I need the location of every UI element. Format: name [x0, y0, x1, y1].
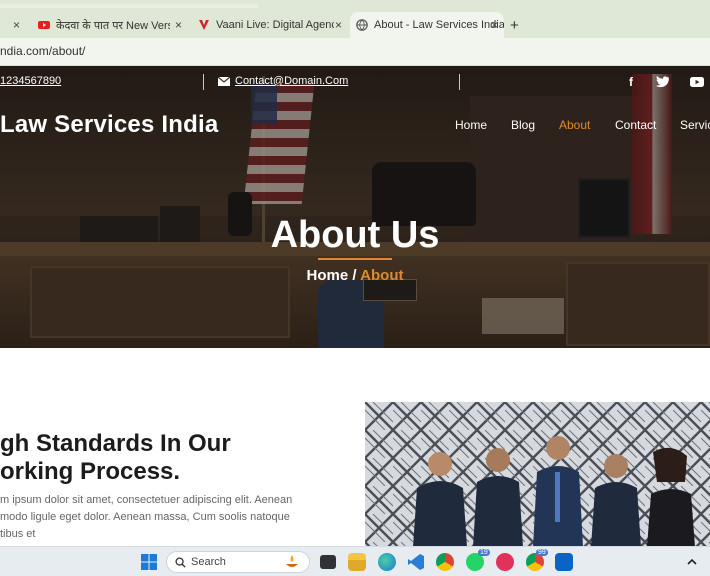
whatsapp-badge: 19 [478, 549, 490, 556]
breadcrumb: Home / About [0, 267, 710, 284]
section-text-line2: modo ligule eget dolor. Aenean massa, Cu… [0, 511, 290, 523]
nav-home[interactable]: Home [455, 118, 487, 132]
section-heading-line1: gh Standards In Our [0, 430, 231, 457]
facebook-icon[interactable]: f [624, 75, 638, 89]
phone-link[interactable]: 1234567890 [0, 75, 61, 87]
close-icon[interactable]: × [491, 18, 498, 32]
nav-contact[interactable]: Contact [615, 118, 656, 132]
tab-vaani[interactable]: Vaani Live: Digital Agency, Web × [190, 12, 348, 38]
nav-blog[interactable]: Blog [511, 118, 535, 132]
divider [459, 74, 460, 90]
breadcrumb-current: About [360, 267, 404, 284]
breadcrumb-separator: / [348, 267, 361, 284]
chrome-badge: 99 [536, 549, 548, 556]
tab-about-law-services[interactable]: About - Law Services India × [350, 12, 504, 38]
task-view-icon[interactable] [320, 555, 336, 569]
close-icon[interactable]: × [175, 18, 182, 32]
address-bar[interactable]: ndia.com/about/ [0, 38, 710, 66]
close-icon[interactable]: × [335, 18, 342, 32]
tab-title: About - Law Services India [374, 19, 504, 31]
tab-title: केदवा के पात पर New Version, K [56, 19, 170, 32]
site-brand[interactable]: Law Services India [0, 111, 218, 139]
section-text-line1: m ipsum dolor sit amet, consectetuer adi… [0, 494, 293, 506]
close-icon[interactable]: × [13, 18, 20, 32]
title-underline [318, 258, 392, 260]
globe-icon [356, 19, 368, 31]
tab-previous[interactable]: × [0, 12, 26, 38]
lattice-background [365, 402, 710, 547]
nav-about[interactable]: About [559, 118, 590, 132]
url-text: ndia.com/about/ [0, 44, 86, 58]
media-player-icon[interactable] [496, 553, 514, 571]
section-text-line3: tibus et [0, 528, 36, 540]
email-link[interactable]: Contact@Domain.Com [235, 75, 348, 87]
window-top-strip [0, 0, 710, 8]
envelope-icon [218, 77, 230, 86]
chevron-up-icon[interactable] [686, 556, 698, 568]
new-tab-button[interactable]: + [510, 12, 528, 38]
tab-bar: × केदवा के पात पर New Version, K × Vaani… [0, 8, 710, 38]
search-icon [175, 557, 186, 568]
edge-icon[interactable] [378, 553, 396, 571]
diwali-lamp-icon [286, 555, 298, 567]
taskbar: Search 19 99 [0, 546, 710, 576]
nav-services[interactable]: Servic [680, 118, 710, 132]
taskbar-search[interactable]: Search [166, 551, 310, 573]
page-title: About Us [270, 214, 440, 256]
windows-start-icon[interactable] [140, 553, 158, 571]
vaani-favicon-icon [199, 20, 209, 30]
vscode-icon[interactable] [407, 553, 425, 571]
outlook-icon[interactable] [555, 553, 573, 571]
file-explorer-icon[interactable] [348, 553, 366, 571]
chrome-icon[interactable] [436, 553, 454, 571]
youtube-favicon-icon [38, 21, 50, 29]
hero-overlay [0, 66, 710, 348]
divider [203, 74, 204, 90]
twitter-icon[interactable] [655, 76, 669, 88]
breadcrumb-home[interactable]: Home [307, 267, 349, 284]
team-photo [365, 402, 710, 547]
search-placeholder: Search [191, 556, 226, 568]
tab-title: Vaani Live: Digital Agency, Web [216, 19, 334, 31]
section-heading-line2: orking Process. [0, 458, 181, 485]
youtube-icon[interactable] [690, 77, 704, 87]
hero-banner: 1234567890 Contact@Domain.Com f Law Serv… [0, 66, 710, 348]
tab-youtube[interactable]: केदवा के पात पर New Version, K × [30, 12, 188, 38]
